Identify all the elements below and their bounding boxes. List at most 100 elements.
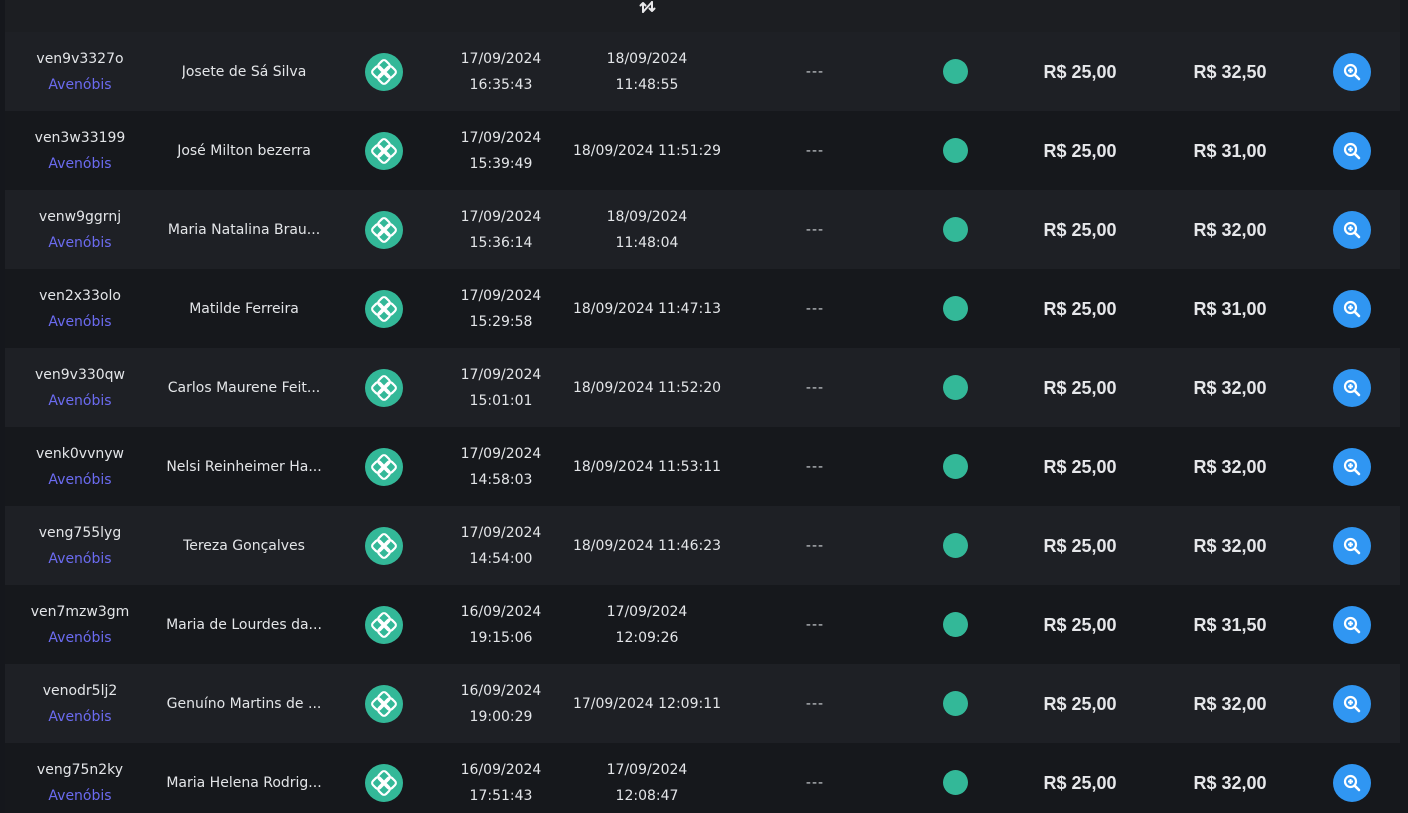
- updated-time: 11:48:04: [615, 234, 679, 251]
- total-cell: R$ 32,00: [1165, 664, 1295, 743]
- created-date: 16/09/2024: [460, 761, 542, 778]
- status-cell: [915, 743, 995, 813]
- brand-cell: [344, 348, 424, 427]
- status-cell: [915, 32, 995, 111]
- updated-at-cell: 18/09/2024 11:46:23: [567, 506, 727, 585]
- value-cell: R$ 25,00: [1015, 269, 1145, 348]
- updated-at-cell: 18/09/2024 11:47:13: [567, 269, 727, 348]
- view-details-button[interactable]: [1333, 763, 1371, 802]
- order-code-cell: veng755lyg Avenóbis: [5, 506, 155, 585]
- view-details-button[interactable]: [1333, 52, 1371, 91]
- action-cell: [1315, 269, 1389, 348]
- table-row: ven9v3327o Avenóbis Josete de Sá Silva 1…: [5, 32, 1400, 111]
- store-link[interactable]: Avenóbis: [48, 230, 111, 256]
- total-cell: R$ 32,00: [1165, 190, 1295, 269]
- order-code-cell: venw9ggrnj Avenóbis: [5, 190, 155, 269]
- status-cell: [915, 427, 995, 506]
- status-cell: [915, 111, 995, 190]
- order-code[interactable]: veng75n2ky: [37, 757, 123, 783]
- store-link[interactable]: Avenóbis: [48, 151, 111, 177]
- store-link[interactable]: Avenóbis: [48, 309, 111, 335]
- order-code[interactable]: venk0vvnyw: [36, 441, 124, 467]
- status-indicator: [942, 454, 968, 479]
- view-details-button[interactable]: [1333, 368, 1371, 407]
- zoom-in-icon: [1343, 537, 1361, 554]
- store-link[interactable]: Avenóbis: [48, 625, 111, 651]
- created-at-cell: 17/09/2024 15:01:01: [440, 348, 562, 427]
- created-date: 17/09/2024: [460, 129, 542, 146]
- status-cell: [915, 269, 995, 348]
- created-time: 19:00:29: [469, 708, 533, 725]
- status-cell: [915, 664, 995, 743]
- updated-date: 18/09/2024: [606, 208, 688, 225]
- store-link[interactable]: Avenóbis: [48, 704, 111, 730]
- view-details-button[interactable]: [1333, 289, 1371, 328]
- view-details-button[interactable]: [1333, 605, 1371, 644]
- order-code[interactable]: ven9v330qw: [35, 362, 125, 388]
- total-value: R$ 32,00: [1193, 693, 1267, 714]
- order-code[interactable]: ven7mzw3gm: [31, 599, 130, 625]
- order-code[interactable]: venw9ggrnj: [39, 204, 121, 230]
- brand-logo-icon: [365, 131, 403, 170]
- zoom-in-icon: [1343, 379, 1361, 396]
- created-at-cell: 17/09/2024 15:29:58: [440, 269, 562, 348]
- order-code[interactable]: venodr5lj2: [43, 678, 118, 704]
- action-cell: [1315, 32, 1389, 111]
- base-value: R$ 25,00: [1043, 219, 1117, 240]
- store-link[interactable]: Avenóbis: [48, 783, 111, 809]
- status-indicator: [942, 217, 968, 242]
- base-value: R$ 25,00: [1043, 772, 1117, 793]
- view-details-button[interactable]: [1333, 447, 1371, 486]
- view-details-button[interactable]: [1333, 684, 1371, 723]
- updated-at-cell: 17/09/2024 12:08:47: [567, 743, 727, 813]
- view-details-button[interactable]: [1333, 210, 1371, 249]
- extra-cell: ---: [755, 190, 875, 269]
- updated-at-cell: 18/09/2024 11:51:29: [567, 111, 727, 190]
- empty-value: ---: [805, 537, 825, 554]
- action-cell: [1315, 743, 1389, 813]
- store-link[interactable]: Avenóbis: [48, 72, 111, 98]
- base-value: R$ 25,00: [1043, 298, 1117, 319]
- status-indicator: [942, 612, 968, 637]
- zoom-in-icon: [1343, 695, 1361, 712]
- empty-value: ---: [805, 221, 825, 238]
- table-row: veng75n2ky Avenóbis Maria Helena Rodrig.…: [5, 743, 1400, 813]
- order-code-cell: ven9v330qw Avenóbis: [5, 348, 155, 427]
- created-at-cell: 17/09/2024 15:39:49: [440, 111, 562, 190]
- zoom-in-icon: [1343, 616, 1361, 633]
- customer-name-cell: Carlos Maurene Feit...: [160, 348, 328, 427]
- customer-name-cell: Maria de Lourdes da...: [160, 585, 328, 664]
- customer-name-cell: Maria Helena Rodrig...: [160, 743, 328, 813]
- sort-arrows-icon[interactable]: [639, 0, 657, 14]
- order-code-cell: ven9v3327o Avenóbis: [5, 32, 155, 111]
- store-link[interactable]: Avenóbis: [48, 546, 111, 572]
- status-indicator: [942, 375, 968, 400]
- action-cell: [1315, 664, 1389, 743]
- table-row: ven7mzw3gm Avenóbis Maria de Lourdes da.…: [5, 585, 1400, 664]
- customer-name: Maria Natalina Brau...: [167, 221, 321, 238]
- status-indicator: [942, 533, 968, 558]
- value-cell: R$ 25,00: [1015, 585, 1145, 664]
- updated-date: 18/09/2024 11:53:11: [572, 458, 722, 475]
- value-cell: R$ 25,00: [1015, 427, 1145, 506]
- customer-name: Matilde Ferreira: [189, 300, 299, 317]
- brand-logo-icon: [365, 210, 403, 249]
- store-link[interactable]: Avenóbis: [48, 388, 111, 414]
- customer-name: Maria Helena Rodrig...: [166, 774, 322, 791]
- extra-cell: ---: [755, 269, 875, 348]
- order-code[interactable]: veng755lyg: [39, 520, 121, 546]
- brand-cell: [344, 427, 424, 506]
- order-code[interactable]: ven3w33199: [35, 125, 126, 151]
- created-date: 16/09/2024: [460, 603, 542, 620]
- order-code[interactable]: ven2x33olo: [39, 283, 121, 309]
- total-value: R$ 32,00: [1193, 377, 1267, 398]
- store-link[interactable]: Avenóbis: [48, 467, 111, 493]
- customer-name: Nelsi Reinheimer Ha...: [166, 458, 322, 475]
- action-cell: [1315, 427, 1389, 506]
- order-code[interactable]: ven9v3327o: [36, 46, 123, 72]
- zoom-in-icon: [1343, 774, 1361, 791]
- customer-name: José Milton bezerra: [177, 142, 311, 159]
- view-details-button[interactable]: [1333, 526, 1371, 565]
- value-cell: R$ 25,00: [1015, 348, 1145, 427]
- view-details-button[interactable]: [1333, 131, 1371, 170]
